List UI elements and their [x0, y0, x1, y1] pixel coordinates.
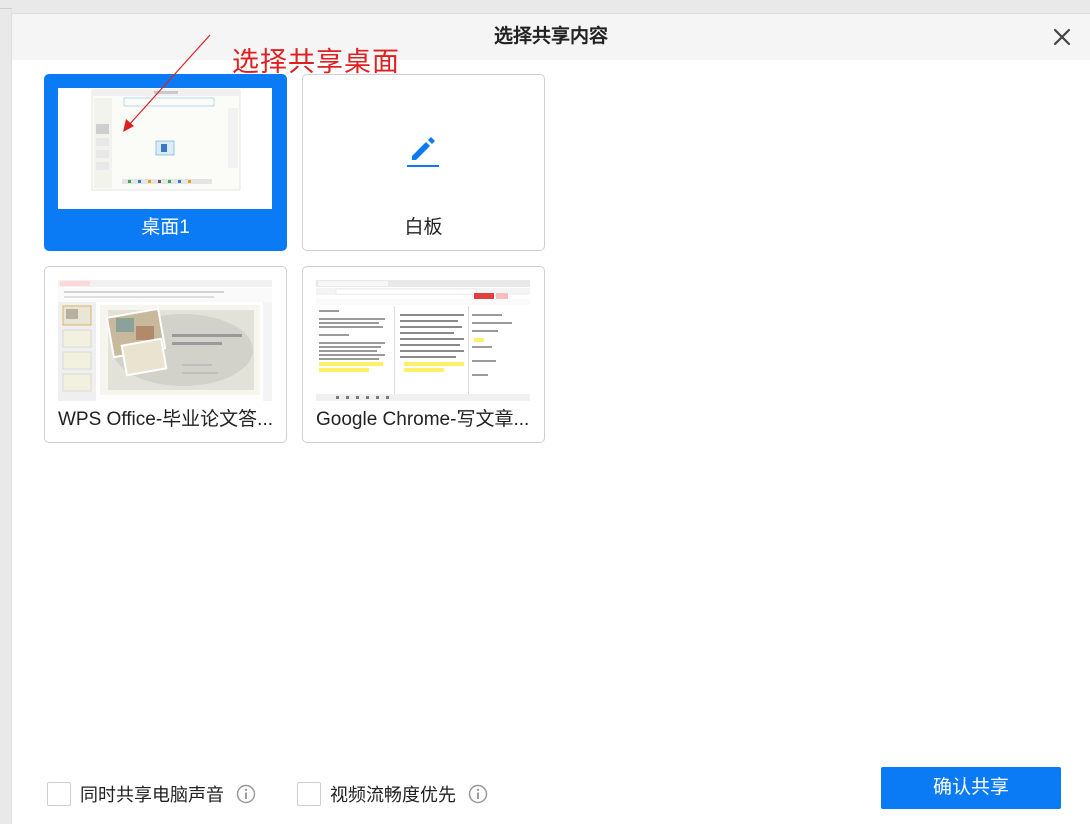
- source-label: 桌面1: [141, 217, 190, 238]
- info-icon[interactable]: [236, 784, 256, 804]
- source-card-whiteboard[interactable]: 白板: [302, 74, 545, 251]
- source-label: WPS Office-毕业论文答...: [58, 409, 274, 430]
- source-card-chrome-window[interactable]: Google Chrome-写文章...: [302, 266, 545, 443]
- video-smooth-label: 视频流畅度优先: [330, 785, 456, 805]
- share-audio-label: 同时共享电脑声音: [80, 785, 224, 805]
- source-card-wps-window[interactable]: WPS Office-毕业论文答...: [44, 266, 287, 443]
- whiteboard-preview: [303, 75, 544, 215]
- annotation-text: 选择共享桌面: [232, 47, 400, 78]
- video-smooth-checkbox[interactable]: [297, 782, 321, 806]
- chrome-window-thumbnail: [316, 280, 530, 401]
- share-audio-checkbox[interactable]: [47, 782, 71, 806]
- desktop-thumbnail: [58, 88, 272, 209]
- share-audio-option: 同时共享电脑声音: [47, 781, 256, 807]
- source-label: Google Chrome-写文章...: [316, 409, 530, 430]
- confirm-share-button[interactable]: 确认共享: [881, 767, 1061, 809]
- close-button[interactable]: [1048, 23, 1076, 51]
- source-card-desktop[interactable]: 桌面1: [44, 74, 287, 251]
- close-icon: [1053, 28, 1071, 46]
- wps-window-thumbnail: [58, 280, 272, 401]
- dialog-title: 选择共享内容: [493, 26, 608, 47]
- backdrop-divider: [0, 8, 12, 9]
- pencil-icon: [407, 137, 439, 167]
- video-smooth-option: 视频流畅度优先: [297, 781, 488, 807]
- source-label: 白板: [404, 217, 443, 238]
- info-icon[interactable]: [468, 784, 488, 804]
- dialog-titlebar: 选择共享内容: [12, 14, 1090, 60]
